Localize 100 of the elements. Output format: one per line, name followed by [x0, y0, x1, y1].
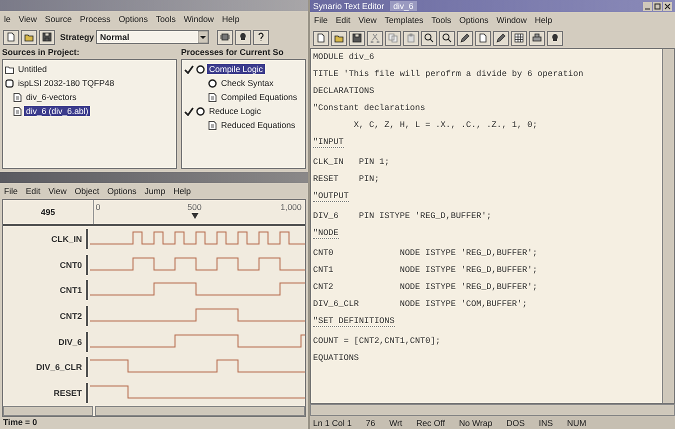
menu-item[interactable]: Help	[222, 14, 240, 24]
time-tick: 0	[96, 202, 100, 212]
code-line: DIV_6 PIN ISTYPE 'REG_D,BUFFER';	[313, 211, 493, 221]
project-tree-entry[interactable]: div_6 (div_6.abl)	[24, 106, 90, 116]
menu-item[interactable]: le	[4, 14, 11, 24]
code-line: MODULE div_6	[313, 52, 376, 62]
status-text: Ln 1 Col 1	[313, 418, 352, 428]
code-line: "OUTPUT	[313, 191, 349, 202]
document-icon	[478, 33, 488, 43]
menu-item[interactable]: Help	[173, 186, 191, 196]
signal-name: CNT2	[3, 306, 88, 326]
project-tree-entry[interactable]: div_6-vectors	[24, 92, 79, 102]
project-tree-entry[interactable]: Untitled	[16, 64, 49, 74]
status-text: DOS	[506, 418, 525, 428]
bulb-icon	[238, 32, 248, 42]
menu-item[interactable]: Templates	[384, 15, 424, 25]
document-icon	[316, 33, 326, 43]
folder-icon	[334, 33, 344, 43]
project-tree-entry[interactable]: ispLSI 2032-180 TQFP48	[16, 78, 116, 88]
menu-item[interactable]: File	[4, 186, 18, 196]
minimize-icon[interactable]	[643, 2, 652, 10]
toolbar-button[interactable]	[235, 30, 252, 44]
toolbar-button[interactable]	[547, 30, 563, 46]
scroll-bar[interactable]	[310, 404, 675, 416]
rounded-square-icon	[5, 78, 14, 88]
toolbar-button[interactable]	[39, 30, 55, 44]
signal-name: CNT0	[3, 254, 88, 275]
code-line: RESET PIN;	[313, 174, 380, 184]
code-line: "Constant declarations	[313, 103, 426, 113]
close-icon[interactable]	[663, 2, 672, 10]
signal-name: DIV_6_CLR	[3, 357, 88, 378]
toolbar-button[interactable]	[475, 30, 491, 46]
clipboard-icon	[406, 33, 416, 43]
menu-item[interactable]: View	[358, 15, 377, 25]
menu-item[interactable]: File	[314, 15, 328, 25]
code-line: COUNT = [CNT2,CNT1,CNT0];	[313, 336, 442, 346]
pen-icon	[460, 33, 470, 43]
scroll-bar[interactable]	[662, 49, 674, 403]
menu-item[interactable]: View	[48, 186, 67, 196]
toolbar-button[interactable]	[439, 30, 455, 46]
menu-item[interactable]: Jump	[144, 186, 166, 196]
maximize-icon[interactable]	[653, 2, 662, 10]
toolbar-button[interactable]	[421, 30, 437, 46]
document-icon	[6, 32, 16, 42]
toolbar-button[interactable]	[21, 30, 37, 44]
toolbar-button[interactable]	[3, 30, 19, 44]
code-line: "SET DEFINITIONS	[313, 316, 395, 327]
cursor-time: 495	[3, 200, 94, 224]
menu-item[interactable]: Edit	[336, 15, 350, 25]
task-entry[interactable]: Compile Logic	[207, 64, 265, 74]
window-title: Synario Text Editor	[313, 1, 384, 11]
toolbar-button[interactable]	[313, 30, 329, 46]
task-entry[interactable]: Compiled Equations	[219, 92, 300, 102]
panel-header: Sources in Project:	[2, 47, 80, 59]
strategy-label: Strategy	[60, 32, 94, 42]
circle-icon	[208, 78, 217, 88]
menu-item[interactable]: Window	[496, 15, 527, 25]
signal-name: CLK_IN	[3, 228, 88, 249]
folder-icon	[5, 64, 14, 74]
task-entry[interactable]: Reduced Equations	[219, 120, 298, 130]
toolbar-button[interactable]	[493, 30, 509, 46]
menu-item[interactable]: View	[18, 14, 37, 24]
menu-item[interactable]: Tools	[156, 14, 176, 24]
task-entry[interactable]: Reduce Logic	[207, 106, 263, 116]
scroll-bar[interactable]	[3, 406, 93, 416]
code-editor[interactable]	[310, 48, 675, 404]
status-text: Wrt	[389, 418, 402, 428]
menu-item[interactable]: Options	[459, 15, 489, 25]
toolbar-button[interactable]	[331, 30, 347, 46]
menu-item[interactable]: Source	[44, 14, 72, 24]
pages-icon	[388, 33, 398, 43]
code-line: TITLE 'This file will perofrm a divide by 6 operation	[313, 69, 584, 79]
time-tick: 500	[187, 202, 202, 212]
task-entry[interactable]: Check Syntax	[219, 78, 276, 88]
toolbar-button[interactable]	[253, 30, 270, 44]
menu-item[interactable]: Process	[80, 14, 111, 24]
status-text: Rec Off	[416, 418, 445, 428]
code-line: X, C, Z, H, L = .X., .C., .Z., 1, 0;	[352, 120, 538, 130]
cursor-marker-icon	[191, 213, 198, 219]
toolbar-button[interactable]	[511, 30, 527, 46]
menu-item[interactable]: Tools	[431, 15, 452, 25]
pen-icon	[496, 33, 506, 43]
signal-name: CNT1	[3, 280, 88, 300]
search-icon	[442, 33, 452, 43]
menu-item[interactable]: Options	[118, 14, 148, 24]
menu-item[interactable]: Edit	[26, 186, 40, 196]
strategy-dropdown[interactable]: Normal	[96, 30, 210, 44]
toolbar-button[interactable]	[349, 30, 365, 46]
menu-item[interactable]: Object	[74, 186, 100, 196]
toolbar-button[interactable]	[529, 30, 545, 46]
scroll-bar[interactable]	[95, 406, 305, 416]
circle-icon	[196, 64, 205, 74]
menu-item[interactable]: Options	[107, 186, 137, 196]
toolbar-button[interactable]	[217, 30, 234, 44]
menu-item[interactable]: Help	[534, 15, 552, 25]
panel-header: Processes for Current So	[181, 47, 285, 59]
menu-item[interactable]: Window	[184, 14, 214, 24]
status-text: 76	[366, 418, 376, 428]
toolbar-button[interactable]	[457, 30, 473, 46]
code-line: "NODE	[313, 228, 339, 239]
